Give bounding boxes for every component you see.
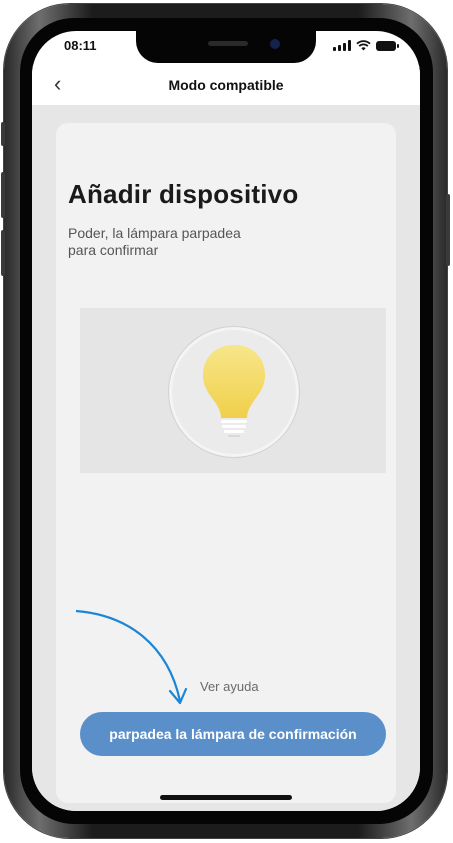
bulb-circle	[168, 326, 300, 458]
volume-down-button	[1, 230, 5, 276]
mute-switch	[1, 122, 5, 146]
status-time: 08:11	[64, 38, 97, 53]
instruction-text: Poder, la lámpara parpadea para confirma…	[68, 225, 241, 258]
wifi-icon	[356, 40, 371, 51]
volume-up-button	[1, 172, 5, 218]
power-button	[446, 194, 450, 266]
pointer-arrow-icon	[75, 609, 188, 705]
lightbulb-icon	[203, 345, 265, 437]
speaker-grille	[208, 41, 248, 46]
front-camera	[270, 39, 280, 49]
notch	[136, 31, 316, 63]
help-link[interactable]: Ver ayuda	[200, 679, 259, 694]
page-title: Añadir dispositivo	[68, 179, 299, 209]
confirm-blink-button[interactable]: parpadea la lámpara de confirmación	[80, 712, 386, 756]
nav-bar: ‹ Modo compatible	[32, 65, 420, 105]
nav-title: Modo compatible	[168, 77, 284, 93]
status-icons	[333, 40, 399, 51]
phone-screen: 08:11 ‹ Modo compatible Añadir dispositi…	[32, 31, 420, 811]
home-indicator	[160, 795, 292, 800]
battery-icon	[376, 41, 399, 51]
cellular-signal-icon	[333, 40, 351, 51]
illustration-panel	[80, 308, 386, 473]
